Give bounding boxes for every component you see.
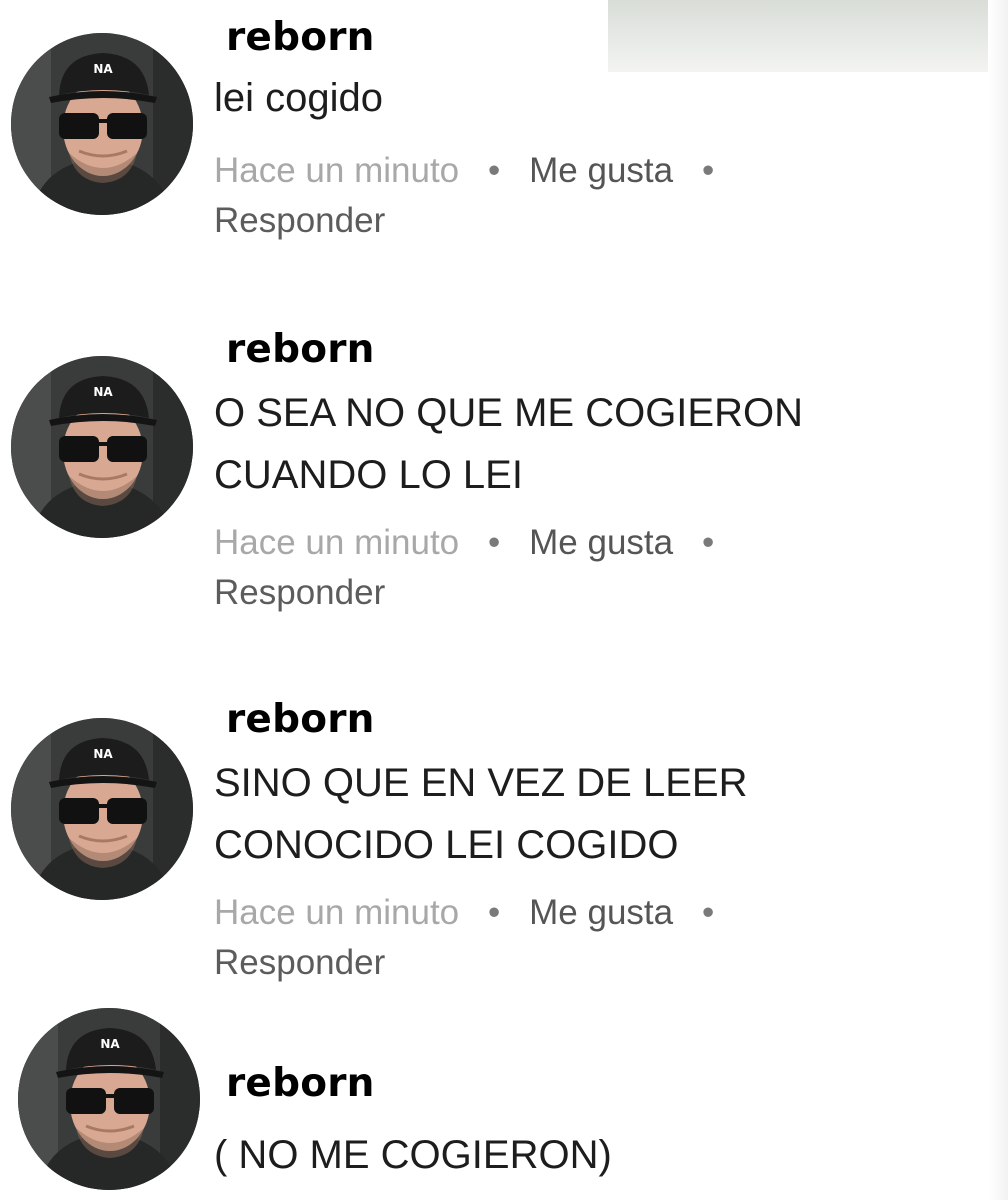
user-avatar-icon[interactable]: NA [18, 1008, 200, 1190]
comment-meta: Hace un minuto • Me gusta • Responder [214, 518, 914, 618]
like-button[interactable]: Me gusta [529, 523, 673, 562]
svg-text:NA: NA [93, 747, 113, 761]
comment-2: NA reborn O SEA NO QUE ME COGIERON CUAND… [0, 320, 988, 620]
reply-button[interactable]: Responder [214, 568, 914, 618]
comment-text: lei cogido [214, 76, 384, 120]
comment-3: NA reborn SINO QUE EN VEZ DE LEER CONOCI… [0, 690, 988, 990]
like-button[interactable]: Me gusta [529, 151, 673, 190]
comment-timestamp: Hace un minuto [214, 151, 460, 190]
separator-dot: • [488, 523, 501, 562]
comment-username[interactable]: reborn [226, 1064, 375, 1103]
comment-4: NA reborn ( NO ME COGIERON) [0, 1000, 988, 1200]
comment-username[interactable]: reborn [226, 18, 375, 57]
separator-dot: • [701, 151, 715, 190]
svg-text:NA: NA [93, 385, 113, 399]
svg-text:NA: NA [100, 1037, 120, 1051]
separator-dot: • [488, 893, 501, 932]
reply-button[interactable]: Responder [214, 196, 914, 246]
comment-text: O SEA NO QUE ME COGIERON CUANDO LO LEI [214, 391, 803, 497]
avatar-photo: NA [11, 718, 193, 900]
separator-dot: • [488, 151, 501, 190]
page-edge [988, 0, 1008, 1200]
comment-meta: Hace un minuto • Me gusta • Responder [214, 888, 914, 988]
comment-username[interactable]: reborn [226, 700, 375, 739]
user-avatar-icon[interactable]: NA [11, 356, 193, 538]
user-avatar-icon[interactable]: NA [11, 33, 193, 215]
comment-timestamp: Hace un minuto [214, 523, 460, 562]
avatar-photo: NA [18, 1008, 200, 1190]
separator-dot: • [701, 523, 715, 562]
svg-text:NA: NA [93, 62, 113, 76]
like-button[interactable]: Me gusta [529, 893, 673, 932]
comment-text: ( NO ME COGIERON) [214, 1133, 612, 1177]
avatar-photo: NA [11, 356, 193, 538]
comment-text: SINO QUE EN VEZ DE LEER CONOCIDO LEI COG… [214, 761, 748, 867]
comment-1: NA reborn lei cogido Hace un minuto • Me g… [0, 0, 988, 260]
separator-dot: • [701, 893, 715, 932]
comment-username[interactable]: reborn [226, 330, 375, 369]
user-avatar-icon[interactable]: NA [11, 718, 193, 900]
reply-button[interactable]: Responder [214, 938, 914, 988]
avatar-photo: NA [11, 33, 193, 215]
comment-meta: Hace un minuto • Me gusta • Responder [214, 146, 914, 246]
comment-timestamp: Hace un minuto [214, 893, 460, 932]
